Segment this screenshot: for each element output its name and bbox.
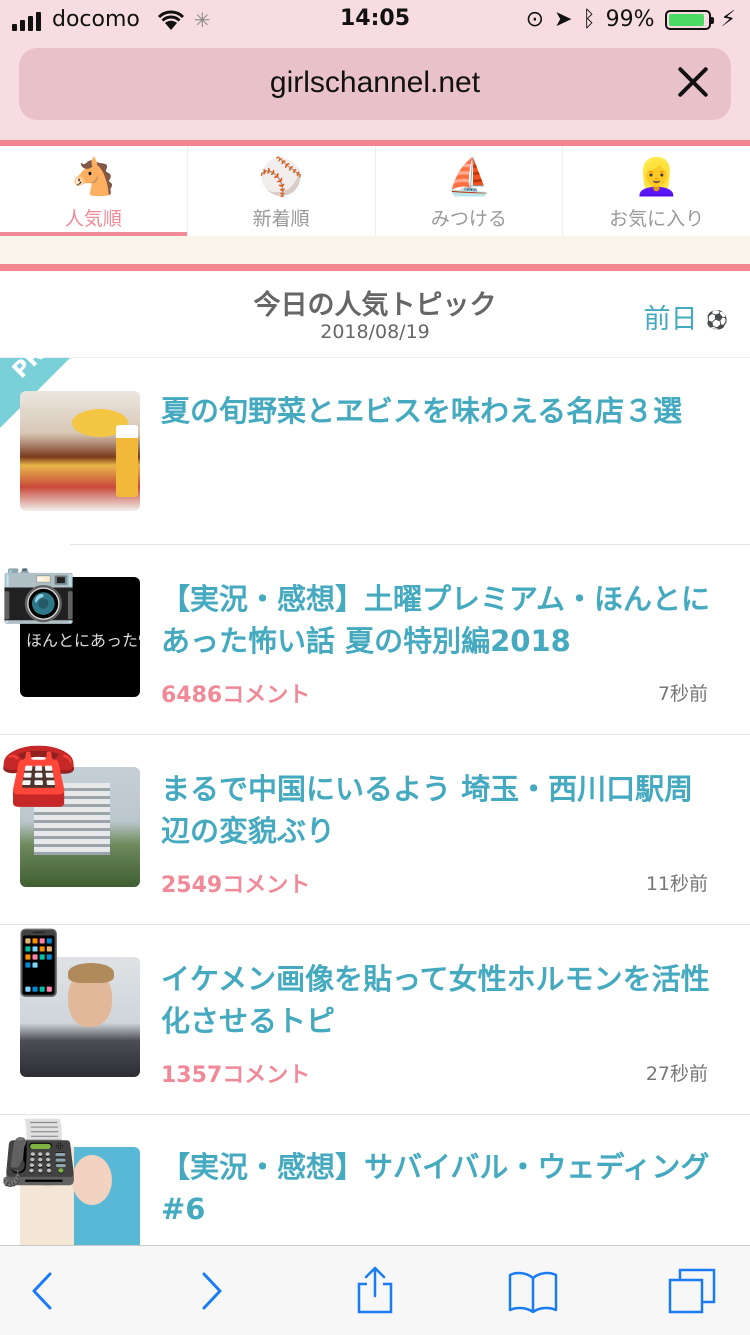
tab-favorites[interactable]: 👱‍♀️ お気に入り (563, 146, 750, 236)
tab-label: 人気順 (64, 208, 122, 230)
soccer-ball-icon: ⚽ (705, 310, 728, 331)
browser-toolbar (0, 1245, 750, 1335)
tab-discover[interactable]: ⛵ みつける (376, 146, 564, 236)
girl-icon: 👱‍♀️ (634, 157, 680, 198)
address-bar[interactable]: girlschannel.net (19, 48, 731, 120)
browser-chrome: docomo ✳ 14:05 ⊙ ➤ ᛒ 99% ⚡ girlschannel.… (0, 0, 750, 140)
topic-thumbnail[interactable] (20, 391, 140, 511)
tab-label: 新着順 (252, 208, 310, 230)
share-icon[interactable] (350, 1266, 400, 1316)
topic-title[interactable]: 夏の旬野菜とヱビスを味わえる名店３選 (161, 390, 721, 432)
comment-count: 6486コメント (161, 683, 311, 708)
section-divider (0, 264, 750, 271)
back-icon[interactable] (18, 1266, 68, 1316)
bookmarks-icon[interactable] (508, 1266, 558, 1316)
close-icon[interactable] (675, 64, 711, 100)
sailboat-icon: ⛵ (446, 157, 492, 198)
list-separator (70, 544, 750, 545)
list-separator (0, 924, 750, 925)
time-ago: 7秒前 (657, 683, 708, 705)
previous-day-link[interactable]: 前日 ⚽ (644, 297, 728, 336)
section-date: 2018/08/19 (320, 321, 430, 343)
mobile-phone-icon: 📱 (0, 926, 78, 999)
telephone-icon: ☎️ (0, 736, 78, 809)
tab-label: みつける (430, 208, 507, 230)
url-text[interactable]: girlschannel.net (19, 66, 731, 100)
baseball-icon: ⚾ (258, 157, 304, 198)
camera-icon: 📷 (0, 553, 78, 626)
topic-title[interactable]: まるで中国にいるよう 埼玉・西川口駅周辺の変貌ぶり (161, 768, 721, 852)
topic-title[interactable]: イケメン画像を貼って女性ホルモンを活性化させるトピ (161, 958, 721, 1042)
battery-icon (664, 9, 714, 30)
thumbnail-caption: ほんとにあった怖い話 (26, 631, 140, 650)
rotation-lock-icon: ⊙ (525, 7, 544, 32)
tab-spacer (0, 236, 750, 264)
fax-icon: 📠 (0, 1116, 78, 1189)
previous-day-label: 前日 (643, 304, 698, 335)
topic-title[interactable]: 【実況・感想】サバイバル・ウェディング#6 (161, 1146, 721, 1230)
location-icon: ➤ (554, 7, 573, 32)
topic-title[interactable]: 【実況・感想】土曜プレミアム・ほんとにあった怖い話 夏の特別編2018 (161, 578, 721, 662)
comment-count: 2549コメント (161, 873, 311, 898)
tab-newest[interactable]: ⚾ 新着順 (188, 146, 376, 236)
time-ago: 11秒前 (645, 873, 708, 895)
horse-icon: 🐴 (70, 157, 116, 198)
tabs-icon[interactable] (668, 1266, 718, 1316)
tab-popular[interactable]: 🐴 人気順 (0, 146, 188, 236)
status-bar: docomo ✳ 14:05 ⊙ ➤ ᛒ 99% ⚡ (0, 0, 750, 40)
battery-percent: 99% (605, 7, 655, 32)
tab-bar: 🐴 人気順 ⚾ 新着順 ⛵ みつける 👱‍♀️ お気に入り (0, 146, 750, 236)
list-separator (0, 1114, 750, 1115)
bluetooth-icon: ᛒ (582, 7, 596, 32)
comment-count: 1357コメント (161, 1063, 311, 1088)
section-title: 今日の人気トピック (253, 290, 497, 321)
forward-icon[interactable] (186, 1266, 236, 1316)
list-separator (0, 734, 750, 735)
tab-label: お気に入り (609, 208, 705, 230)
charging-icon: ⚡ (720, 7, 736, 32)
time-ago: 27秒前 (645, 1063, 708, 1085)
section-header: 今日の人気トピック 2018/08/19 前日 ⚽ (0, 271, 750, 358)
